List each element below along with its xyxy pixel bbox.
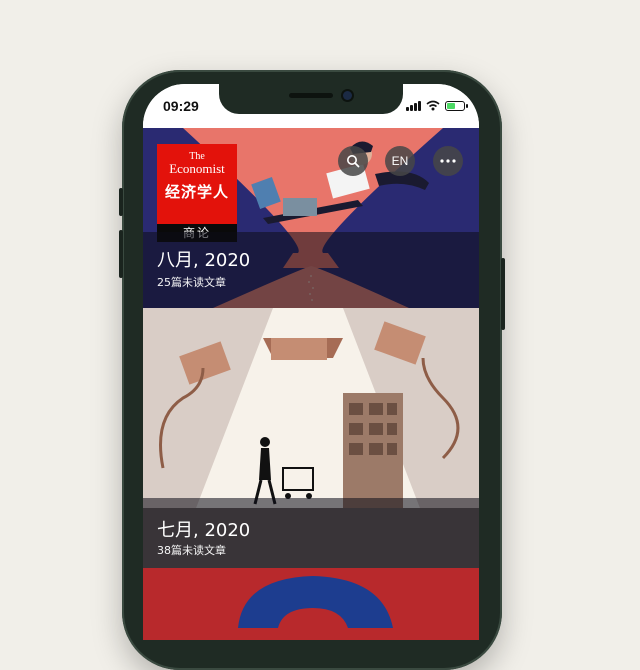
search-button[interactable] <box>338 146 368 176</box>
wifi-icon <box>426 100 440 111</box>
notch <box>219 84 403 114</box>
question-mark-illustration <box>143 568 479 640</box>
logo-economist: Economist <box>169 161 225 176</box>
side-button-left-lower <box>119 230 123 278</box>
more-icon <box>440 159 456 163</box>
issue-band-july[interactable]: 七月, 2020 38篇未读文章 <box>143 498 479 574</box>
issue-title: 八月, 2020 <box>157 250 251 271</box>
language-label: EN <box>391 154 409 168</box>
side-button-right <box>501 258 505 330</box>
more-button[interactable] <box>433 146 463 176</box>
app-screen: 09:29 The Economist 经济学人 EN 八月, 2020 25篇… <box>143 84 479 640</box>
speaker <box>289 93 333 98</box>
status-bar: 09:29 <box>143 84 479 128</box>
issue-list[interactable]: The Economist 经济学人 商论 EN 八月, 2020 <box>143 128 479 640</box>
search-icon <box>347 155 360 168</box>
issue-band-august[interactable]: 八月, 2020 25篇未读文章 <box>143 232 479 308</box>
cellular-signal-icon <box>406 101 421 111</box>
status-time: 09:29 <box>163 98 199 114</box>
issue-cover-june[interactable] <box>143 568 479 640</box>
language-button[interactable]: EN <box>385 146 415 176</box>
front-camera <box>343 91 352 100</box>
issue-unread-count: 38篇未读文章 <box>157 544 226 557</box>
issue-unread-count: 25篇未读文章 <box>157 276 226 289</box>
issue-title: 七月, 2020 <box>157 520 251 541</box>
side-button-left <box>119 188 123 216</box>
status-icons <box>406 99 468 111</box>
logo-chinese-name: 经济学人 <box>164 183 229 201</box>
battery-icon <box>445 101 468 111</box>
economist-logo: The Economist 经济学人 <box>157 144 237 224</box>
